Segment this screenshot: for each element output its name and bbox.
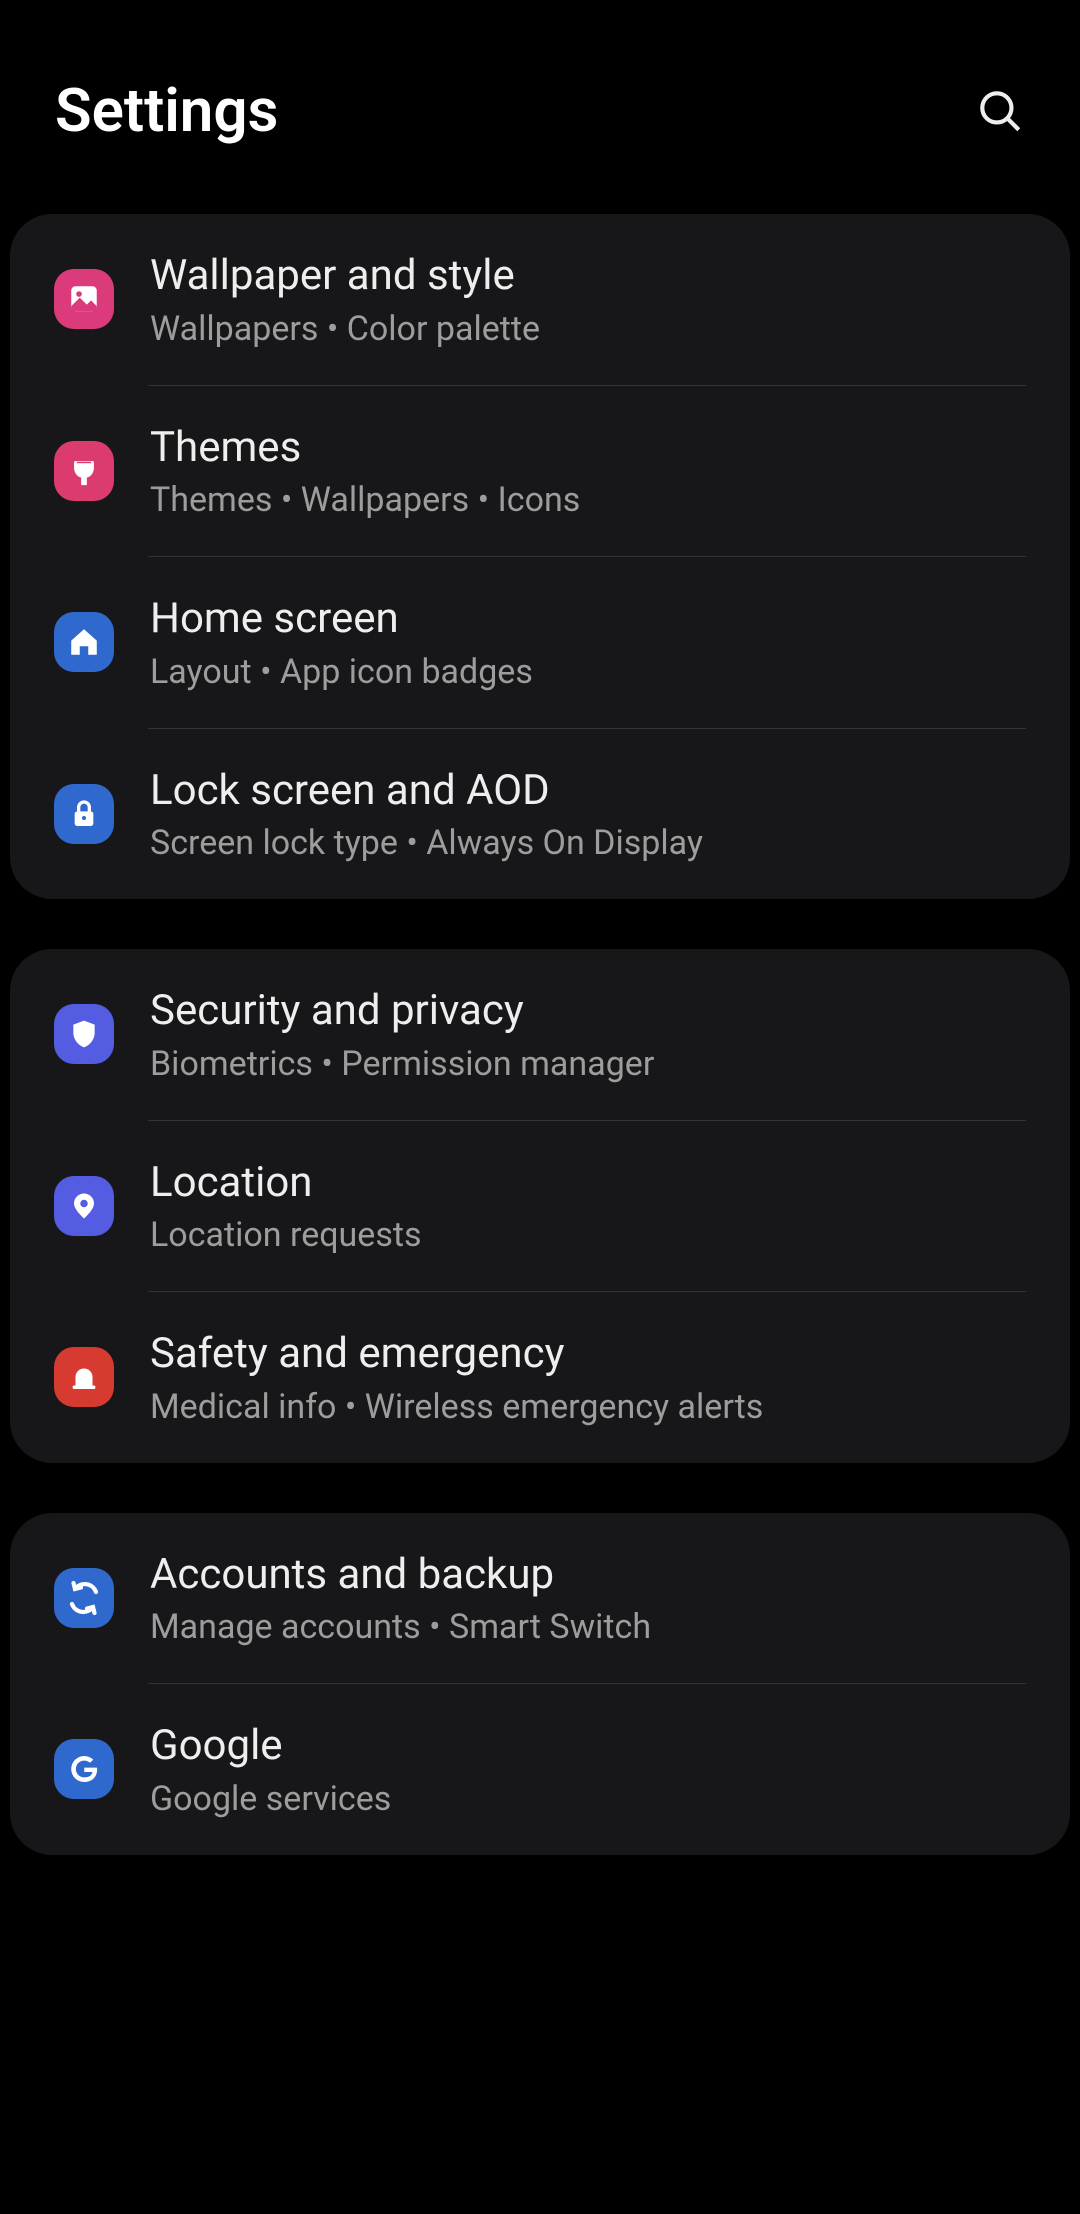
- item-text: Wallpaper and style Wallpapers • Color p…: [150, 250, 1026, 349]
- item-wallpaper-and-style[interactable]: Wallpaper and style Wallpapers • Color p…: [10, 214, 1070, 385]
- settings-group-security: Security and privacy Biometrics • Permis…: [10, 949, 1070, 1463]
- item-text: Home screen Layout • App icon badges: [150, 593, 1026, 692]
- search-button[interactable]: [975, 86, 1025, 136]
- item-title: Safety and emergency: [150, 1328, 1026, 1381]
- item-title: Themes: [150, 422, 1026, 475]
- item-security-privacy[interactable]: Security and privacy Biometrics • Permis…: [10, 949, 1070, 1120]
- shield-icon: [54, 1004, 114, 1064]
- item-title: Accounts and backup: [150, 1549, 1026, 1602]
- item-subtitle: Manage accounts • Smart Switch: [150, 1607, 1026, 1647]
- item-subtitle: Themes • Wallpapers • Icons: [150, 480, 1026, 520]
- item-subtitle: Wallpapers • Color palette: [150, 309, 1026, 349]
- location-pin-icon: [54, 1176, 114, 1236]
- item-title: Google: [150, 1720, 1026, 1773]
- emergency-icon: [54, 1347, 114, 1407]
- item-location[interactable]: Location Location requests: [10, 1121, 1070, 1292]
- sync-icon: [54, 1568, 114, 1628]
- home-icon: [54, 612, 114, 672]
- google-icon: [54, 1739, 114, 1799]
- item-title: Security and privacy: [150, 985, 1026, 1038]
- item-title: Location: [150, 1157, 1026, 1210]
- brush-icon: [54, 441, 114, 501]
- lock-icon: [54, 784, 114, 844]
- item-home-screen[interactable]: Home screen Layout • App icon badges: [10, 557, 1070, 728]
- item-title: Home screen: [150, 593, 1026, 646]
- page-title: Settings: [55, 75, 278, 146]
- search-icon: [975, 86, 1025, 136]
- item-themes[interactable]: Themes Themes • Wallpapers • Icons: [10, 386, 1070, 557]
- settings-group-display: Wallpaper and style Wallpapers • Color p…: [10, 214, 1070, 899]
- item-title: Lock screen and AOD: [150, 765, 1026, 818]
- item-title: Wallpaper and style: [150, 250, 1026, 303]
- item-text: Security and privacy Biometrics • Permis…: [150, 985, 1026, 1084]
- item-safety-emergency[interactable]: Safety and emergency Medical info • Wire…: [10, 1292, 1070, 1463]
- item-subtitle: Biometrics • Permission manager: [150, 1044, 1026, 1084]
- item-subtitle: Location requests: [150, 1215, 1026, 1255]
- header: Settings: [0, 0, 1080, 214]
- item-text: Accounts and backup Manage accounts • Sm…: [150, 1549, 1026, 1648]
- item-subtitle: Medical info • Wireless emergency alerts: [150, 1387, 1026, 1427]
- item-text: Google Google services: [150, 1720, 1026, 1819]
- item-google[interactable]: Google Google services: [10, 1684, 1070, 1855]
- item-subtitle: Google services: [150, 1779, 1026, 1819]
- item-text: Location Location requests: [150, 1157, 1026, 1256]
- item-text: Themes Themes • Wallpapers • Icons: [150, 422, 1026, 521]
- picture-icon: [54, 269, 114, 329]
- item-accounts-backup[interactable]: Accounts and backup Manage accounts • Sm…: [10, 1513, 1070, 1684]
- item-text: Lock screen and AOD Screen lock type • A…: [150, 765, 1026, 864]
- item-lock-screen-aod[interactable]: Lock screen and AOD Screen lock type • A…: [10, 729, 1070, 900]
- item-subtitle: Screen lock type • Always On Display: [150, 823, 1026, 863]
- item-subtitle: Layout • App icon badges: [150, 652, 1026, 692]
- item-text: Safety and emergency Medical info • Wire…: [150, 1328, 1026, 1427]
- settings-group-accounts: Accounts and backup Manage accounts • Sm…: [10, 1513, 1070, 1855]
